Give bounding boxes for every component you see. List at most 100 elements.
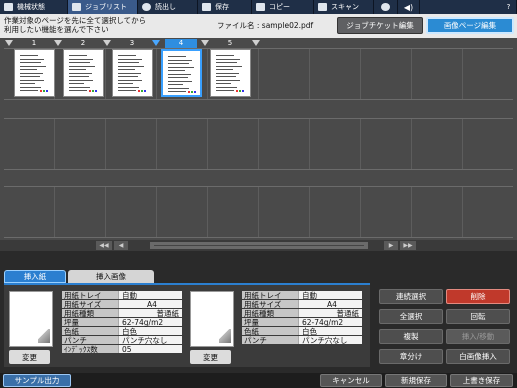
thumbnail-text-line	[69, 69, 86, 70]
paper-corner-mark	[219, 329, 231, 343]
insert-marker[interactable]	[252, 40, 260, 46]
delete-button[interactable]: 削除	[446, 289, 510, 304]
thumbnail-text-line	[20, 62, 41, 63]
tab-insert-paper[interactable]: 挿入紙	[4, 270, 66, 283]
insert-marker[interactable]	[5, 40, 13, 46]
thumbnail-text-line	[216, 83, 231, 84]
thumbnail-text-line	[216, 65, 242, 67]
page-thumbnail[interactable]	[112, 49, 153, 97]
thumbnail-text-line	[69, 58, 93, 60]
insert-marker[interactable]	[201, 40, 209, 46]
blank-image-insert-button[interactable]: 白画像挿入	[446, 349, 510, 364]
nav-scan[interactable]: スキャン	[314, 0, 374, 14]
insert-marker-selected[interactable]	[152, 40, 160, 46]
paper-info-left: 用紙トレイ 自動 用紙サイズ A4 用紙種類 普通紙 坪量 62-74g/m2 色紙 白色…	[62, 291, 182, 354]
paper-corner-mark	[38, 329, 50, 343]
thumbnail-text-line	[118, 76, 138, 77]
thumbnail-text-line	[20, 58, 44, 60]
thumbnail-text-line	[69, 79, 93, 81]
horizontal-scrollbar[interactable]: ◀◀ ◀ ▶ ▶▶	[0, 240, 517, 251]
thumbnail-color-mark	[144, 90, 146, 92]
insert-marker[interactable]	[103, 40, 111, 46]
page-number-2: 2	[80, 39, 86, 47]
page-thumbnail[interactable]	[14, 49, 55, 97]
scan-icon	[318, 3, 327, 11]
bottom-panel: 挿入紙 挿入画像 変更 用紙トレイ 自動 用紙サイズ A4 用紙種類 普通紙 坪量 62…	[0, 251, 517, 388]
insert-marker[interactable]	[54, 40, 62, 46]
thumbnail-color-mark	[188, 91, 190, 93]
thumbnail-text-line	[69, 83, 84, 84]
paper-info-right: 用紙トレイ 自動 用紙サイズ A4 用紙種類 普通紙 坪量 62-74g/m2 色紙 白色…	[242, 291, 362, 345]
nav-retrieve[interactable]: 読出し	[138, 0, 198, 14]
paper-preview-left	[9, 291, 53, 347]
cancel-button[interactable]: キャンセル	[320, 374, 382, 387]
scroll-next-button[interactable]: ▶	[384, 241, 398, 250]
scroll-track[interactable]	[150, 242, 368, 249]
nav-machine-status[interactable]: 機械状態	[0, 0, 68, 14]
thumbnail-text-line	[20, 90, 38, 91]
rotate-button[interactable]: 回転	[446, 309, 510, 324]
thumbnail-text-line	[118, 79, 142, 81]
thumbnail-text-line	[168, 73, 191, 75]
thumbnail-text-line	[168, 56, 186, 57]
help-icon: ?	[506, 3, 511, 11]
thumbnail-text-line	[216, 86, 237, 88]
insert-move-button[interactable]: 挿入/移動	[446, 329, 510, 344]
scroll-prev-button[interactable]: ◀	[114, 241, 128, 250]
top-nav: 機械状態 ジョブリスト 読出し 保存 コピー スキャン ◀) ?	[0, 0, 517, 14]
thumbnail-text-line	[168, 66, 194, 68]
page-workspace: 1 2 3 4 5	[0, 38, 517, 240]
change-button-left[interactable]: 変更	[9, 350, 50, 364]
thumbnail-text-line	[216, 62, 237, 63]
thumbnail-color-mark	[191, 91, 193, 93]
save-new-button[interactable]: 新規保存	[385, 374, 447, 387]
thumbnail-text-line	[216, 76, 236, 77]
duplicate-button[interactable]: 複製	[379, 329, 443, 344]
thumbnail-text-line	[20, 69, 37, 70]
printer-icon	[4, 3, 13, 11]
page-thumbnail-selected[interactable]	[161, 49, 202, 97]
tab-insert-image[interactable]: 挿入画像	[68, 270, 154, 283]
page-thumbnail[interactable]	[210, 49, 251, 97]
overwrite-save-button[interactable]: 上書き保存	[450, 374, 513, 387]
save-icon	[202, 3, 211, 11]
thumbnail-text-line	[168, 70, 185, 71]
page-number-5: 5	[227, 39, 233, 47]
change-button-right[interactable]: 変更	[190, 350, 231, 364]
thumbnail-text-line	[216, 55, 234, 56]
thumbnail-text-line	[20, 83, 35, 84]
instruction-text: 作業対象のページを先に全て選択してから 利用したい機能を選んで下さい	[4, 16, 147, 34]
job-ticket-edit-button[interactable]: ジョブチケット編集	[337, 17, 423, 34]
thumbnail-color-mark	[138, 90, 140, 92]
continuous-select-button[interactable]: 連続選択	[379, 289, 443, 304]
chapter-split-button[interactable]: 章分け	[379, 349, 443, 364]
thumbnail-text-line	[20, 76, 40, 77]
scroll-last-button[interactable]: ▶▶	[400, 241, 416, 250]
nav-volume[interactable]: ◀)	[398, 0, 420, 14]
header-bar: 作業対象のページを先に全て選択してから 利用したい機能を選んで下さい ファイル名…	[0, 14, 517, 38]
scroll-first-button[interactable]: ◀◀	[96, 241, 112, 250]
nav-language[interactable]	[374, 0, 398, 14]
nav-save[interactable]: 保存	[198, 0, 252, 14]
thumbnail-text-line	[118, 62, 139, 63]
list-icon	[72, 3, 81, 11]
page-row-3	[4, 186, 513, 238]
page-thumbnail[interactable]	[63, 49, 104, 97]
thumbnail-text-line	[168, 63, 189, 64]
thumbnail-text-line	[216, 90, 234, 91]
sample-output-button[interactable]: サンプル出力	[3, 374, 71, 387]
image-page-edit-button[interactable]: 画像ページ編集	[426, 17, 514, 34]
select-all-button[interactable]: 全選択	[379, 309, 443, 324]
nav-job-list[interactable]: ジョブリスト	[68, 0, 138, 14]
page-number-4: 4	[165, 39, 197, 48]
thumbnail-text-line	[20, 65, 46, 67]
thumbnail-color-mark	[89, 90, 91, 92]
globe-icon	[381, 3, 390, 11]
nav-help[interactable]: ?	[501, 0, 517, 14]
page-number-1: 1	[31, 39, 37, 47]
thumbnail-color-mark	[46, 90, 48, 92]
nav-copy[interactable]: コピー	[252, 0, 314, 14]
thumbnail-text-line	[118, 83, 133, 84]
thumbnail-color-mark	[95, 90, 97, 92]
thumbnail-text-line	[118, 58, 142, 60]
